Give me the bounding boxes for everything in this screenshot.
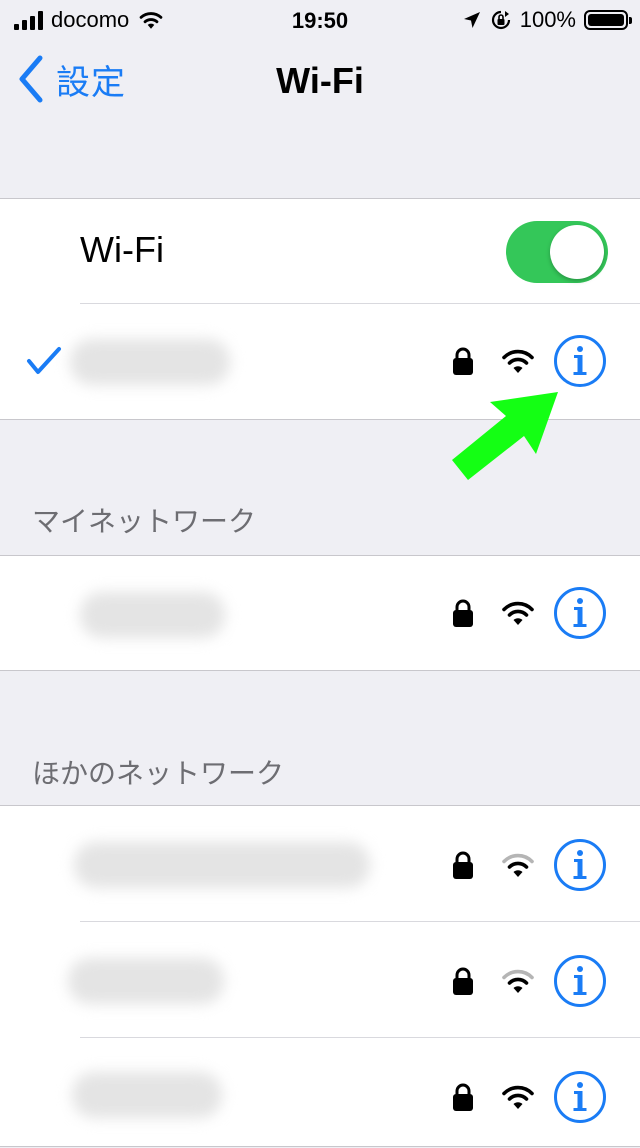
battery-icon (584, 10, 632, 30)
wifi-toggle-label: Wi-Fi (80, 229, 164, 270)
network-name-redacted (80, 592, 225, 638)
network-name-redacted (74, 842, 370, 888)
lock-icon (453, 967, 473, 995)
navigation-bar: 設定 Wi-Fi (0, 40, 640, 128)
lock-icon (453, 1083, 473, 1111)
info-icon[interactable] (553, 954, 607, 1008)
green-arrow-icon (452, 392, 558, 480)
lock-icon (453, 347, 473, 375)
status-bar: docomo 19:50 100% (0, 0, 640, 40)
other-networks-group (0, 805, 640, 1147)
network-row[interactable] (0, 1038, 640, 1148)
wifi-group: Wi-Fi (0, 198, 640, 420)
my-networks-header: マイネットワーク (32, 505, 257, 538)
wifi-signal-weak-icon (502, 969, 534, 993)
wifi-toggle-switch[interactable] (506, 221, 608, 283)
info-icon[interactable] (553, 334, 607, 388)
info-icon[interactable] (553, 1070, 607, 1124)
other-networks-header: ほかのネットワーク (32, 757, 285, 790)
wifi-signal-weak-icon (502, 853, 534, 877)
wifi-signal-icon (502, 1085, 534, 1109)
status-bar-right: 100% (462, 6, 632, 34)
checkmark-icon (27, 347, 61, 374)
network-name-redacted (68, 958, 224, 1004)
info-icon[interactable] (553, 586, 607, 640)
my-networks-group (0, 555, 640, 671)
wifi-signal-icon (502, 349, 534, 373)
network-name-redacted (72, 1072, 222, 1118)
info-icon[interactable] (553, 838, 607, 892)
network-row[interactable] (0, 806, 640, 921)
orientation-lock-icon (491, 10, 510, 30)
lock-icon (453, 599, 473, 627)
lock-icon (453, 851, 473, 879)
location-arrow-icon (463, 12, 480, 28)
battery-percent: 100% (519, 7, 576, 32)
network-row[interactable] (0, 922, 640, 1037)
network-name-redacted (70, 339, 230, 385)
network-row[interactable] (0, 556, 640, 670)
page-title: Wi-Fi (276, 60, 364, 101)
wifi-toggle-row: Wi-Fi (0, 199, 640, 303)
toggle-knob (550, 225, 604, 279)
wifi-signal-icon (502, 601, 534, 625)
